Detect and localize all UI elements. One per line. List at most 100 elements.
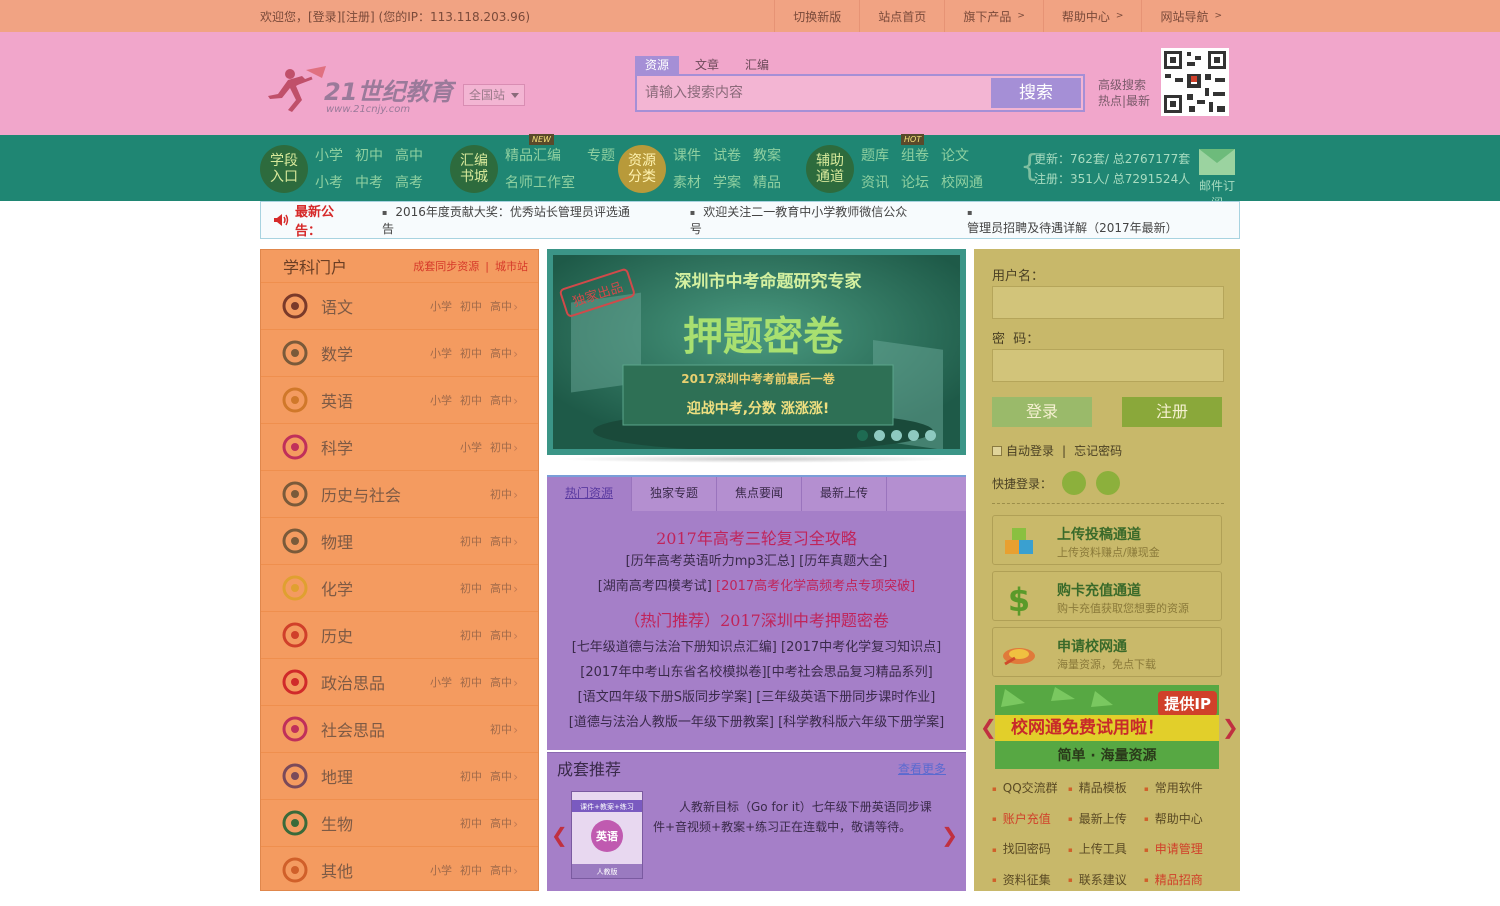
subject-level-link[interactable]: 初中 xyxy=(460,676,482,689)
register-button[interactable]: 注册 xyxy=(1122,397,1222,427)
nav-group-books-title[interactable]: 汇编 书城 xyxy=(450,145,498,193)
nav-link-primary[interactable]: 小学 xyxy=(315,148,343,167)
subject-level-link[interactable]: 高中 xyxy=(490,864,512,877)
nav-link-senior-exam[interactable]: 高考 xyxy=(395,175,423,194)
promo-banner[interactable]: 独家出品 深圳市中考命题研究专家 押题密卷 2017深圳中考考前最后一卷 迎战中… xyxy=(547,249,966,455)
nav-link-papers[interactable]: 试卷 xyxy=(713,148,741,167)
nav-link-study-guides[interactable]: 学案 xyxy=(713,175,741,194)
subject-level-link[interactable]: 小学 xyxy=(430,394,452,407)
quick-link[interactable]: 最新上传 xyxy=(1068,810,1144,829)
nav-link-lesson-plans[interactable]: 教案 xyxy=(753,148,781,167)
products-menu[interactable]: 旗下产品 > xyxy=(944,0,1043,32)
view-more-link[interactable]: 查看更多 xyxy=(898,760,946,777)
subject-level-link[interactable]: 小学 xyxy=(460,441,482,454)
username-input[interactable] xyxy=(992,286,1224,319)
subject-level-link[interactable]: 高中 xyxy=(490,300,512,313)
switch-version-link[interactable]: 切换新版 xyxy=(774,0,859,32)
subject-item[interactable]: 地理 初中 高中 › xyxy=(261,752,538,799)
subject-level-link[interactable]: 小学 xyxy=(430,676,452,689)
subject-level-link[interactable]: 高中 xyxy=(490,394,512,407)
forgot-password-link[interactable]: 忘记密码 xyxy=(1074,442,1122,459)
nav-link-teacher-studio[interactable]: 名师工作室 xyxy=(505,175,575,194)
qq-login-icon[interactable] xyxy=(1096,471,1121,495)
hot-link[interactable]: [语文四年级下册S版同步学案] xyxy=(578,690,752,705)
subject-level-link[interactable]: 高中 xyxy=(490,817,512,830)
quick-link[interactable]: 上传工具 xyxy=(1068,840,1144,859)
hot-link[interactable]: [科学教科版六年级下册学案] xyxy=(778,715,944,730)
subject-item[interactable]: 科学 小学 初中 › xyxy=(261,423,538,470)
subject-level-link[interactable]: 初中 xyxy=(460,817,482,830)
subject-level-link[interactable]: 初中 xyxy=(460,770,482,783)
hot-headline-2[interactable]: （热门推荐）2017深圳中考押题密卷 xyxy=(624,611,889,630)
quick-link[interactable]: 联系建议 xyxy=(1068,871,1144,890)
school-net-ad[interactable]: 提供IP 校网通免费试用啦！ 简单 · 海量资源 xyxy=(995,685,1219,769)
tab-exclusive-topics[interactable]: 独家专题 xyxy=(632,477,717,511)
site-nav-menu[interactable]: 网站导航 > xyxy=(1141,0,1240,32)
subject-item[interactable]: 社会思品 初中 › xyxy=(261,705,538,752)
upload-channel[interactable]: 上传投稿通道 上传资料赚点/赚现金 xyxy=(992,515,1222,565)
quick-link[interactable]: 账户充值 xyxy=(992,810,1068,829)
subject-level-link[interactable]: 初中 xyxy=(490,441,512,454)
nav-link-school-net[interactable]: 校网通 xyxy=(941,175,983,194)
carousel-dot[interactable] xyxy=(925,430,936,441)
nav-link-courseware[interactable]: 课件 xyxy=(673,148,701,167)
tab-latest-uploads[interactable]: 最新上传 xyxy=(802,477,887,511)
tab-focus-news[interactable]: 焦点要闻 xyxy=(717,477,802,511)
hot-link[interactable]: [三年级英语下册同步课时作业] xyxy=(756,690,935,705)
quick-link[interactable]: 常用软件 xyxy=(1144,779,1220,798)
subject-level-link[interactable]: 初中 xyxy=(460,629,482,642)
quick-link[interactable]: 精品招商 xyxy=(1144,871,1220,890)
nav-link-essays[interactable]: 论文 xyxy=(941,148,983,167)
subject-level-link[interactable]: 初中 xyxy=(460,582,482,595)
hot-link[interactable]: [湖南高考四模考试] xyxy=(598,579,712,594)
subject-item[interactable]: 物理 初中 高中 › xyxy=(261,517,538,564)
nav-link-senior[interactable]: 高中 xyxy=(395,148,423,167)
subject-item[interactable]: 政治思品 小学 初中 高中 › xyxy=(261,658,538,705)
quick-link[interactable]: 精品模板 xyxy=(1068,779,1144,798)
wechat-login-icon[interactable] xyxy=(1062,471,1087,495)
auto-login-checkbox[interactable] xyxy=(992,445,1002,456)
help-center-menu[interactable]: 帮助中心 > xyxy=(1042,0,1142,32)
city-site-link[interactable]: 城市站 xyxy=(495,260,528,273)
nav-link-junior-exam[interactable]: 中考 xyxy=(355,175,383,194)
school-net-channel[interactable]: 申请校网通 海量资源，免点下载 xyxy=(992,627,1222,677)
subject-level-link[interactable]: 高中 xyxy=(490,582,512,595)
hot-headline-1[interactable]: 2017年高考三轮复习全攻略 xyxy=(656,529,857,548)
carousel-dot[interactable] xyxy=(874,430,885,441)
search-tab-compilation[interactable]: 汇编 xyxy=(735,56,779,74)
search-button[interactable]: 搜索 xyxy=(991,78,1081,108)
nav-group-stage-title[interactable]: 学段 入口 xyxy=(260,145,308,193)
search-tab-article[interactable]: 文章 xyxy=(685,56,729,74)
search-input[interactable] xyxy=(637,76,989,110)
quick-link[interactable]: QQ交流群 xyxy=(992,779,1068,798)
subject-level-link[interactable]: 小学 xyxy=(430,864,452,877)
subject-level-link[interactable]: 初中 xyxy=(460,300,482,313)
subject-item[interactable]: 化学 初中 高中 › xyxy=(261,564,538,611)
nav-group-assist-title[interactable]: 辅助 通道 xyxy=(806,145,854,193)
nav-link-question-bank[interactable]: 题库 xyxy=(861,148,889,167)
subject-level-link[interactable]: 小学 xyxy=(430,300,452,313)
announcement-item[interactable]: 2016年度贡献大奖：优秀站长管理员评选通告 xyxy=(382,203,642,237)
subject-item[interactable]: 语文 小学 初中 高中 › xyxy=(261,282,538,329)
subject-level-link[interactable]: 初中 xyxy=(490,488,512,501)
nav-link-junior[interactable]: 初中 xyxy=(355,148,383,167)
hot-link[interactable]: [历年高考英语听力mp3汇总] xyxy=(626,554,795,569)
subject-level-link[interactable]: 高中 xyxy=(490,676,512,689)
subject-level-link[interactable]: 初中 xyxy=(490,723,512,736)
login-button[interactable]: 登录 xyxy=(992,397,1092,427)
subject-item[interactable]: 数学 小学 初中 高中 › xyxy=(261,329,538,376)
hot-link[interactable]: [道德与法治人教版一年级下册教案] xyxy=(569,715,774,730)
carousel-dot[interactable] xyxy=(908,430,919,441)
tab-hot-resources[interactable]: 热门资源 xyxy=(547,477,632,511)
nav-link-primary-exam[interactable]: 小考 xyxy=(315,175,343,194)
nav-link-premium[interactable]: 精品 xyxy=(753,175,781,194)
quick-link[interactable]: 申请管理 xyxy=(1144,840,1220,859)
hot-latest-link[interactable]: 热点|最新 xyxy=(1098,94,1150,108)
subject-level-link[interactable]: 初中 xyxy=(460,347,482,360)
book-cover[interactable]: 课件+教案+练习 英语 人教版 xyxy=(571,791,643,879)
hot-link[interactable]: [2017年中考山东省名校模拟卷] xyxy=(580,665,766,680)
announcement-item[interactable]: 管理员招聘及待遇详解（2017年最新） xyxy=(967,205,1191,236)
hot-link[interactable]: [七年级道德与法治下册知识点汇编] xyxy=(572,640,777,655)
site-logo[interactable]: 21世纪教育 www.21cnjy.com xyxy=(266,66,457,116)
site-select[interactable]: 全国站 xyxy=(463,84,525,106)
